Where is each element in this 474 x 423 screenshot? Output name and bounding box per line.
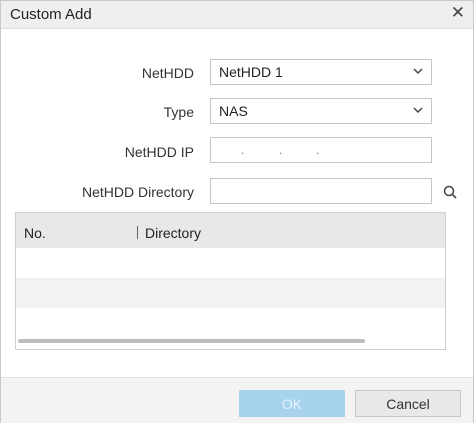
directory-table: No. Directory <box>15 212 446 350</box>
nethdd-select-value: NetHDD 1 <box>219 64 283 80</box>
ip-separator: . <box>279 143 283 157</box>
type-select-value: NAS <box>219 103 248 119</box>
nethdd-select[interactable]: NetHDD 1 <box>210 59 432 85</box>
ip-separator: . <box>316 143 320 157</box>
type-label: Type <box>163 104 194 120</box>
directory-input[interactable] <box>210 178 432 204</box>
column-header-directory: Directory <box>145 225 202 241</box>
cancel-button[interactable]: Cancel <box>355 390 461 417</box>
chevron-down-icon <box>413 107 423 114</box>
table-row[interactable] <box>16 248 445 278</box>
table-header: No. Directory <box>16 213 445 248</box>
custom-add-dialog: Custom Add ✕ NetHDD NetHDD 1 Type NAS Ne… <box>0 0 474 423</box>
dialog-titlebar: Custom Add ✕ <box>1 1 473 29</box>
close-icon[interactable]: ✕ <box>451 4 465 22</box>
table-row[interactable] <box>16 308 445 338</box>
nethdd-label: NetHDD <box>141 65 194 81</box>
type-select[interactable]: NAS <box>210 98 432 124</box>
column-divider[interactable] <box>137 226 138 239</box>
directory-label: NetHDD Directory <box>81 184 194 200</box>
search-icon[interactable] <box>442 184 458 200</box>
ip-separator: . <box>241 143 245 157</box>
dialog-title: Custom Add <box>10 6 92 23</box>
dialog-footer: OK Cancel <box>1 377 473 423</box>
ok-button[interactable]: OK <box>239 390 345 417</box>
table-row[interactable] <box>16 278 445 308</box>
horizontal-scrollbar[interactable] <box>18 339 365 343</box>
column-header-no: No. <box>24 225 46 241</box>
chevron-down-icon <box>413 68 423 75</box>
ip-label: NetHDD IP <box>124 144 194 160</box>
ip-address-field[interactable]: . . . <box>210 137 432 163</box>
